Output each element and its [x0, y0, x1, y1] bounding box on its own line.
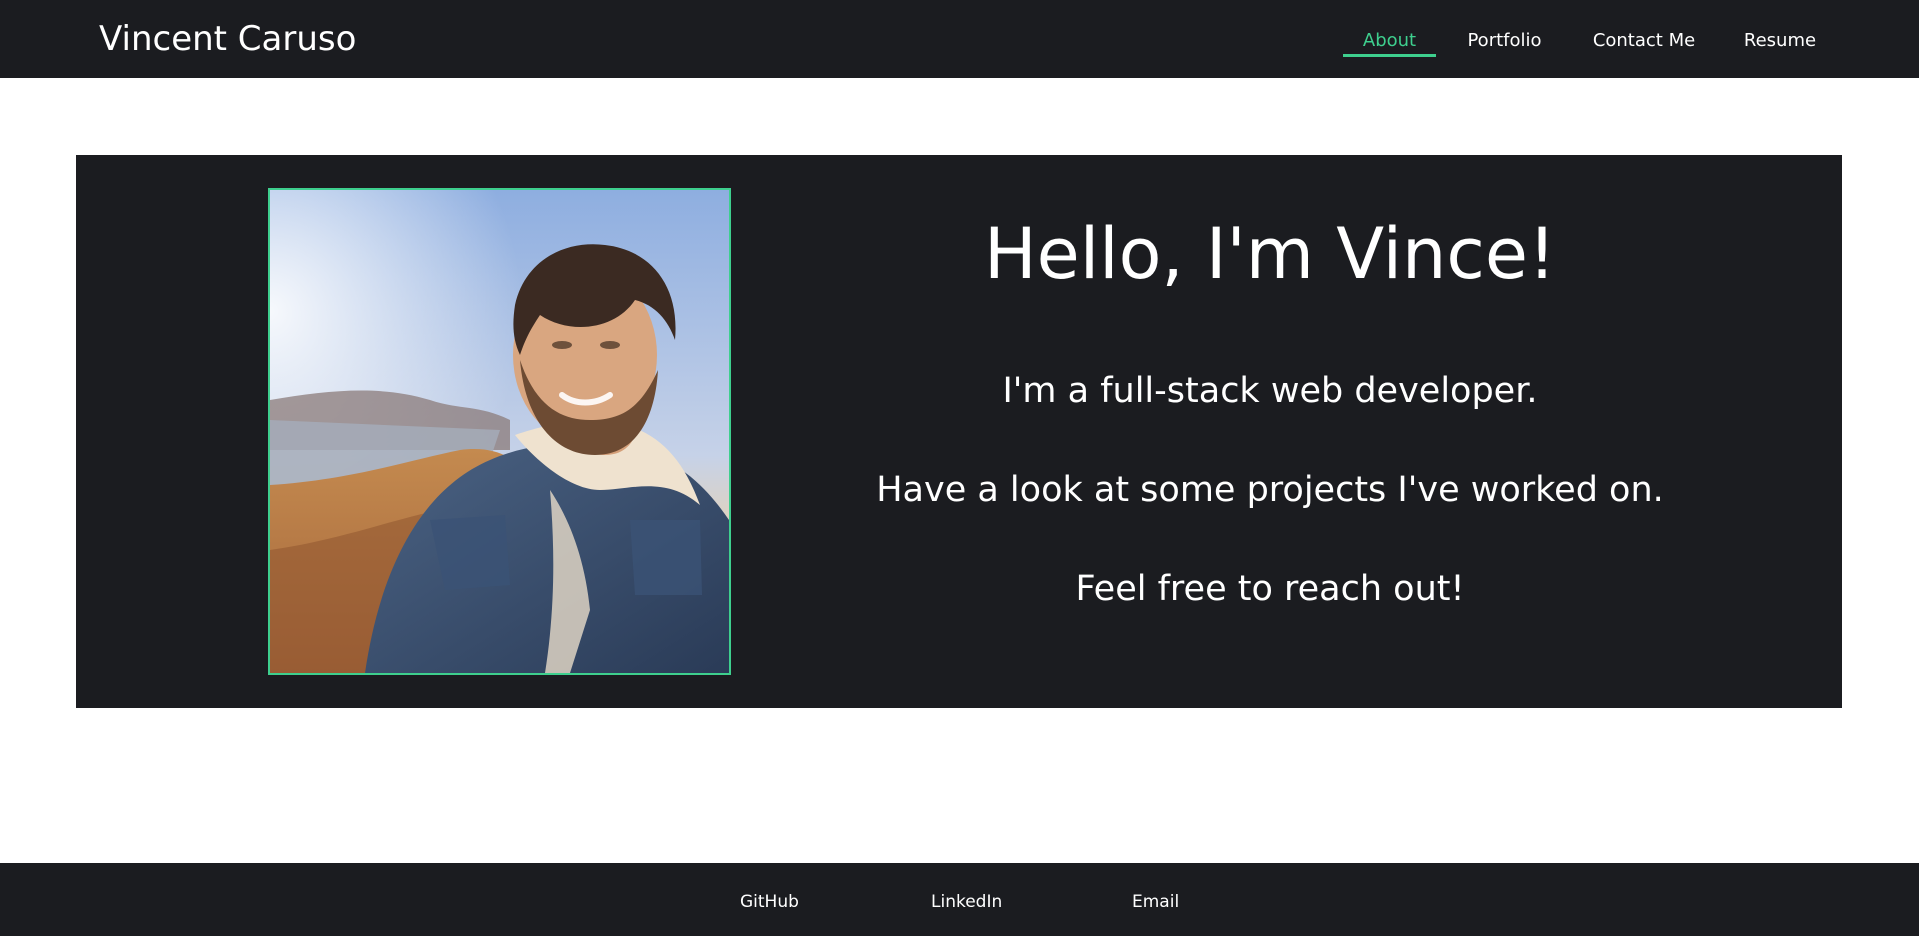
nav-contact-link[interactable]: Contact Me — [1574, 28, 1714, 54]
nav-about-link[interactable]: About — [1343, 28, 1436, 54]
footer-linkedin-link[interactable]: LinkedIn — [931, 890, 1002, 914]
nav-portfolio-link[interactable]: Portfolio — [1457, 28, 1552, 54]
nav-resume-link[interactable]: Resume — [1736, 28, 1824, 54]
footer-github-link[interactable]: GitHub — [740, 890, 799, 914]
profile-photo — [268, 188, 731, 675]
hero-line-1: I'm a full-stack web developer. — [1002, 371, 1538, 411]
footer-email-link[interactable]: Email — [1132, 890, 1179, 914]
top-navbar: Vincent Caruso About Portfolio Contact M… — [0, 0, 1919, 78]
hero-line-3: Feel free to reach out! — [1075, 569, 1465, 609]
site-brand[interactable]: Vincent Caruso — [99, 18, 356, 60]
hero-title: Hello, I'm Vince! — [983, 213, 1557, 295]
hero-line-2: Have a look at some projects I've worked… — [876, 470, 1664, 510]
footer: GitHub LinkedIn Email — [0, 863, 1919, 936]
active-nav-indicator — [1343, 54, 1436, 57]
